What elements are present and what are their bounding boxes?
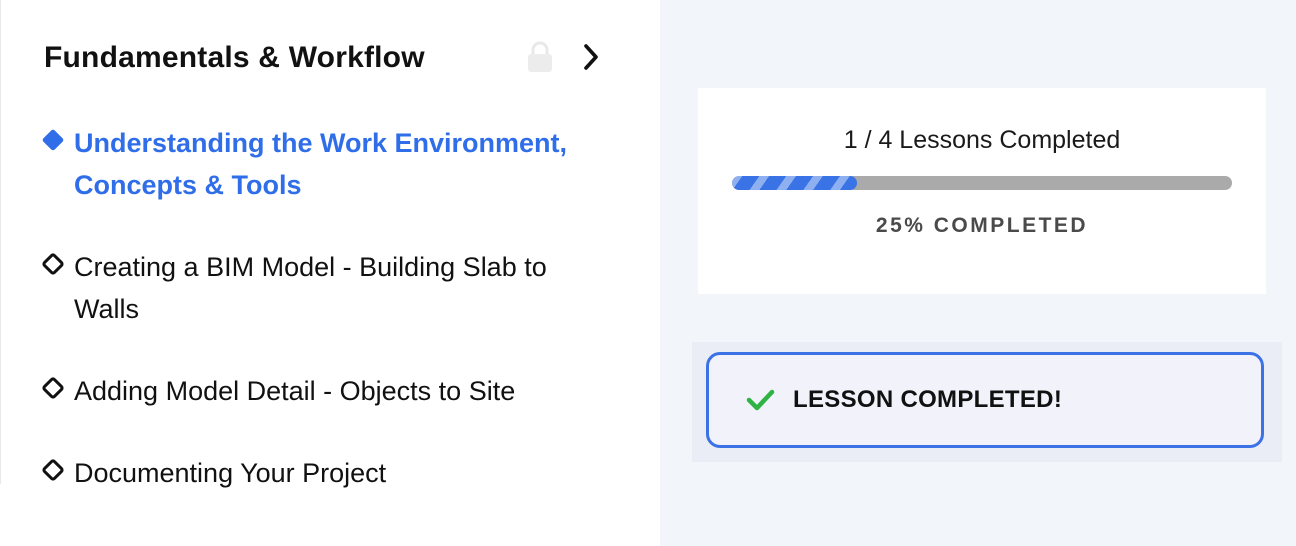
lesson-title: Adding Model Detail - Objects to Site [74, 370, 515, 412]
module-title: Fundamentals & Workflow [44, 41, 425, 74]
lesson-item-1[interactable]: Understanding the Work Environment, Conc… [40, 122, 620, 206]
diamond-outline-icon [40, 457, 66, 483]
lesson-title-line: Concepts & Tools [74, 170, 302, 200]
lesson-title-line: Documenting Your Project [74, 458, 387, 488]
lesson-title: Understanding the Work Environment, Conc… [74, 122, 567, 206]
progress-bar-fill [732, 176, 857, 190]
chevron-right-icon[interactable] [580, 40, 604, 74]
diamond-outline-icon [40, 375, 66, 401]
diamond-filled-icon [40, 127, 66, 153]
lesson-item-3[interactable]: Adding Model Detail - Objects to Site [40, 370, 620, 412]
progress-bar [732, 176, 1232, 190]
lesson-title-line: Understanding the Work Environment, [74, 128, 568, 158]
lesson-title-line: Adding Model Detail - Objects to Site [74, 376, 516, 406]
checkmark-icon [745, 387, 775, 413]
lesson-item-2[interactable]: Creating a BIM Model - Building Slab to … [40, 246, 620, 330]
percent-completed-label: 25% COMPLETED [875, 214, 1089, 237]
lesson-item-4[interactable]: Documenting Your Project [40, 452, 620, 494]
module-header: Fundamentals & Workflow [44, 36, 614, 80]
progress-card: 1 / 4 Lessons Completed 25% COMPLETED [698, 88, 1266, 294]
lesson-completed-button[interactable]: LESSON COMPLETED! [706, 352, 1264, 448]
lesson-title-line: Walls [74, 294, 139, 324]
sidebar-border [0, 0, 1, 484]
progress-panel: 1 / 4 Lessons Completed 25% COMPLETED LE… [660, 0, 1296, 546]
lesson-title: Documenting Your Project [74, 452, 386, 494]
lesson-completed-label: LESSON COMPLETED! [793, 386, 1063, 413]
lesson-title: Creating a BIM Model - Building Slab to … [74, 246, 547, 330]
lesson-completed-area: LESSON COMPLETED! [692, 342, 1282, 462]
lesson-sidebar: Fundamentals & Workflow Understanding th… [0, 0, 660, 546]
lesson-title-line: Creating a BIM Model - Building Slab to [74, 252, 547, 282]
diamond-outline-icon [40, 251, 66, 277]
lessons-completed-label: 1 / 4 Lessons Completed [843, 126, 1121, 154]
lock-icon [526, 40, 554, 74]
